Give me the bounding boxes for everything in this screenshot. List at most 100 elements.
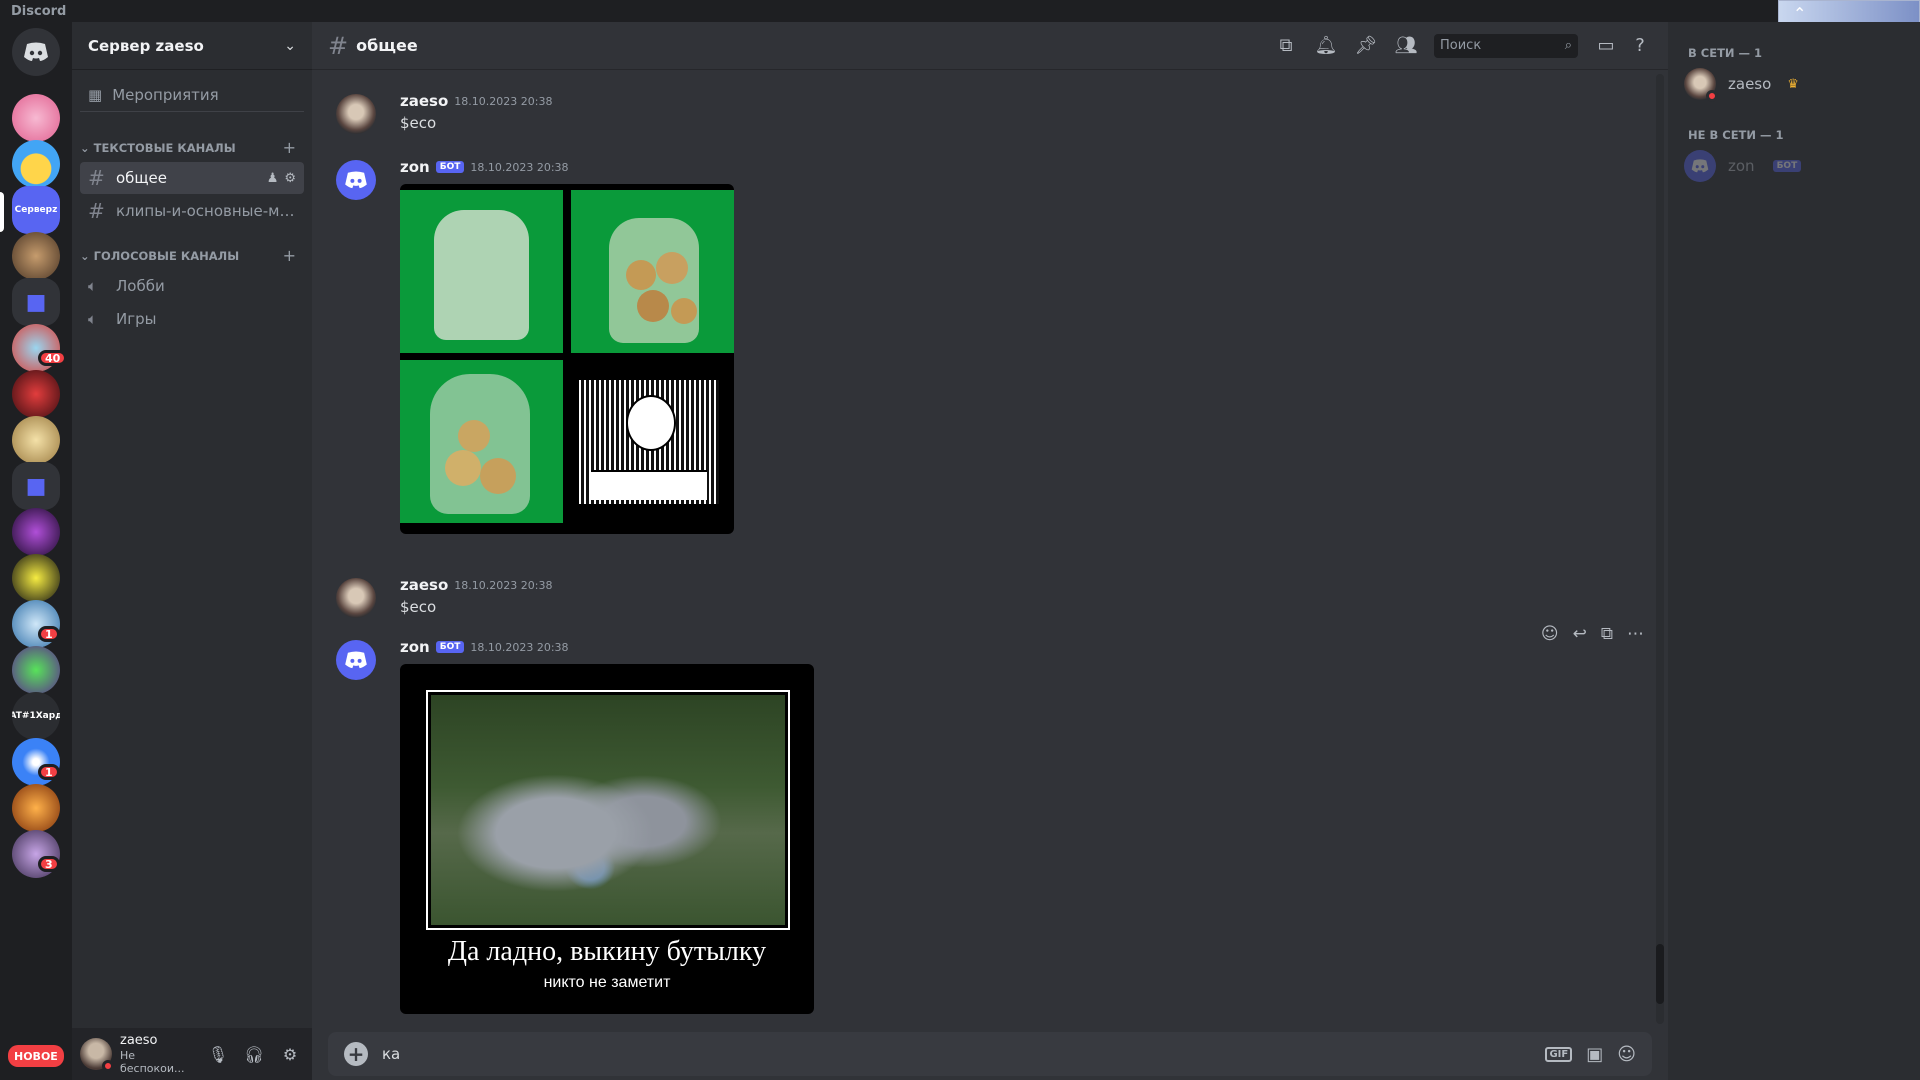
gear-icon[interactable]: ⚙	[276, 1045, 304, 1064]
guild-avatar-12[interactable]	[12, 784, 60, 832]
voice-channel-games[interactable]: 🔈︎ Игры	[80, 303, 304, 335]
channel-sidebar: Сервер zaeso ⌄ ▦ Мероприятия ⌄ Текстовые…	[72, 22, 312, 1080]
discord-logo-icon	[345, 171, 367, 189]
message-time: 18.10.2023 20:38	[454, 94, 553, 108]
message-author[interactable]: zon	[400, 638, 430, 656]
emoji-icon[interactable]: ☺	[1617, 1044, 1636, 1065]
guild-ath[interactable]: AT#1Хард	[12, 692, 60, 740]
category-text[interactable]: ⌄ Текстовые каналы +	[72, 120, 312, 161]
home-button[interactable]	[12, 28, 60, 76]
search-input[interactable]: Поиск ⌕	[1434, 33, 1578, 58]
guild-avatar-10[interactable]	[12, 646, 60, 694]
server-header[interactable]: Сервер zaeso ⌄	[72, 22, 312, 70]
message-author[interactable]: zaeso	[400, 576, 448, 594]
events-link[interactable]: ▦ Мероприятия	[80, 78, 304, 112]
guild-avatar-7[interactable]	[12, 508, 60, 556]
pin-icon[interactable]: 📌︎	[1354, 34, 1378, 58]
hash-icon: #	[328, 31, 349, 60]
members-icon[interactable]: 👥︎	[1394, 34, 1418, 58]
message-input[interactable]: ка	[382, 1045, 1531, 1063]
member-item[interactable]: zon БОТ	[1668, 142, 1920, 190]
reply-icon[interactable]: ↩	[1573, 624, 1587, 644]
app-name: Discord	[11, 4, 67, 19]
guild-folder-2[interactable]: ■	[12, 462, 60, 510]
calendar-icon: ▦	[88, 85, 103, 104]
sticker-icon[interactable]: ▣	[1586, 1044, 1603, 1065]
microphone-icon[interactable]: 🎙︎	[204, 1045, 232, 1064]
bell-icon[interactable]: 🔔︎	[1314, 34, 1338, 58]
guild-avatar-3[interactable]	[12, 232, 60, 280]
gif-button[interactable]: GIF	[1545, 1046, 1573, 1062]
guild-serverz[interactable]: Серверz	[12, 186, 60, 234]
inbox-icon[interactable]: ▭	[1594, 34, 1618, 58]
hash-icon: #	[88, 166, 105, 190]
threads-icon[interactable]: ⧉	[1274, 34, 1298, 58]
message[interactable]: zaeso 18.10.2023 20:38 $eco	[328, 576, 1652, 620]
message-actions: ☺ ↩ ⧉ ⋯	[1541, 624, 1644, 644]
folder-icon: ■	[25, 473, 47, 499]
mention-badge: 40	[38, 350, 68, 366]
demotivator-image[interactable]: Да ладно, выкину бутылку никто не замети…	[400, 664, 814, 1014]
message-author[interactable]: zon	[400, 158, 430, 176]
add-reaction-icon[interactable]: ☺	[1541, 624, 1559, 644]
avatar[interactable]	[336, 640, 376, 680]
more-icon[interactable]: ⋯	[1627, 624, 1644, 644]
avatar[interactable]	[336, 94, 376, 134]
channel-title: общее	[356, 36, 418, 55]
scrollbar-thumb[interactable]	[1656, 944, 1664, 1004]
message-time: 18.10.2023 20:38	[454, 578, 553, 592]
avatar	[1684, 68, 1718, 102]
help-icon[interactable]: ?	[1628, 34, 1652, 58]
add-channel-icon[interactable]: +	[283, 246, 296, 265]
online-header: В сети — 1	[1688, 46, 1763, 60]
guild-avatar-8[interactable]	[12, 554, 60, 602]
invite-icon[interactable]: ♟	[267, 171, 279, 186]
new-unreads-badge[interactable]: НОВОЕ	[8, 1045, 64, 1067]
gear-icon[interactable]: ⚙	[284, 171, 296, 186]
image-collage[interactable]	[400, 184, 734, 534]
chat-area: # общее ⧉ 🔔︎ 📌︎ 👥︎ Поиск ⌕ ▭ ? zaeso 18.…	[312, 22, 1668, 1080]
title-bar: Discord ⌃	[0, 0, 1920, 30]
guild-avatar-5[interactable]	[12, 370, 60, 418]
channel-clips[interactable]: # клипы-и-основные-мо...	[80, 195, 304, 227]
message-time: 18.10.2023 20:38	[470, 160, 569, 174]
dnd-status-icon	[102, 1060, 114, 1072]
litter-photo	[431, 695, 785, 925]
scrollbar[interactable]	[1656, 74, 1664, 1024]
guild-avatar-6[interactable]	[12, 416, 60, 464]
message-composer[interactable]: + ка GIF ▣ ☺	[328, 1032, 1652, 1076]
folder-icon: ■	[25, 289, 47, 315]
guild-folder-1[interactable]: ■	[12, 278, 60, 326]
member-item[interactable]: zaeso ♛	[1668, 60, 1920, 108]
mesh-bag-empty-image[interactable]	[400, 190, 563, 353]
events-label: Мероприятия	[112, 85, 219, 104]
message[interactable]: zaeso 18.10.2023 20:38 $eco	[328, 92, 1652, 136]
comic-meme-image[interactable]	[571, 360, 734, 523]
message[interactable]: zon БОТ 18.10.2023 20:38	[328, 158, 1652, 558]
upload-plus-icon[interactable]: +	[344, 1042, 368, 1066]
avatar[interactable]	[336, 160, 376, 200]
category-voice[interactable]: ⌄ Голосовые каналы +	[72, 228, 312, 269]
add-channel-icon[interactable]: +	[283, 138, 296, 157]
hash-icon: #	[88, 199, 105, 223]
discord-logo-icon	[1691, 159, 1709, 173]
message[interactable]: ☺ ↩ ⧉ ⋯ zon БОТ 18.10.2023 20:38 Да ладн…	[328, 624, 1652, 1022]
message-author[interactable]: zaeso	[400, 92, 448, 110]
channel-name: общее	[116, 169, 168, 187]
bot-badge: БОТ	[435, 641, 465, 653]
avatar[interactable]	[80, 1038, 114, 1072]
plastic-bag-onions-image[interactable]	[400, 360, 563, 523]
channel-name: клипы-и-основные-мо...	[116, 202, 296, 220]
guild-avatar-2[interactable]	[12, 140, 60, 188]
guild-avatar-1[interactable]	[12, 94, 60, 142]
thread-icon[interactable]: ⧉	[1601, 624, 1613, 644]
channel-general[interactable]: # общее ♟ ⚙	[80, 162, 304, 194]
demotivator-caption: Да ладно, выкину бутылку	[447, 936, 767, 967]
avatar[interactable]	[336, 578, 376, 618]
user-name: zaeso	[120, 1033, 158, 1049]
voice-channel-lobby[interactable]: 🔈︎ Лобби	[80, 270, 304, 302]
chevron-up-icon[interactable]: ⌃	[1793, 4, 1806, 23]
chevron-down-icon: ⌄	[80, 248, 90, 263]
headphones-icon[interactable]: 🎧︎	[240, 1045, 268, 1064]
mesh-bag-onions-image[interactable]	[571, 190, 734, 353]
